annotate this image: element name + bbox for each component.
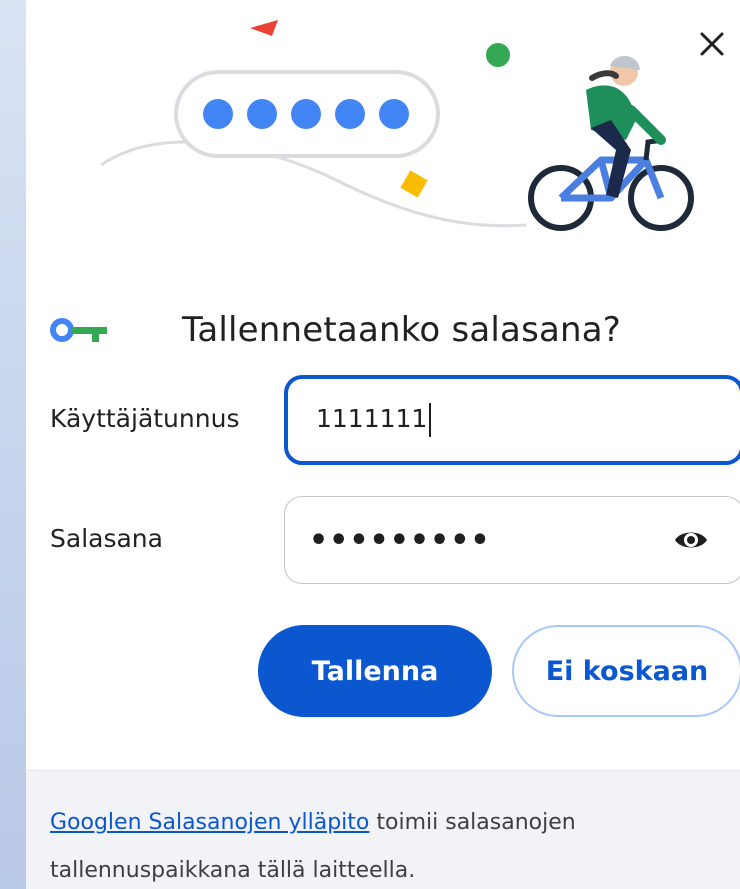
- username-label: Käyttäjätunnus: [50, 404, 240, 433]
- hero-illustration: [100, 20, 694, 231]
- save-password-dialog: Tallennetaanko salasana? Käyttäjätunnus …: [26, 0, 740, 889]
- text-caret: [429, 403, 432, 437]
- never-button[interactable]: Ei koskaan: [512, 625, 740, 717]
- key-icon: [50, 318, 107, 342]
- close-icon: [700, 32, 724, 56]
- password-field[interactable]: •••••••••: [284, 496, 740, 584]
- password-masked-value: •••••••••: [309, 522, 491, 558]
- eye-icon[interactable]: [673, 528, 709, 552]
- close-button[interactable]: [690, 22, 734, 66]
- decorative-triangle: [250, 20, 278, 36]
- password-label: Salasana: [50, 524, 163, 553]
- cyclist-illustration: [528, 55, 694, 231]
- dialog-footer: Googlen Salasanojen ylläpito toimii sala…: [26, 770, 740, 889]
- background-window-edge: [0, 0, 26, 889]
- username-field[interactable]: 1111111: [284, 375, 740, 465]
- decorative-dot: [486, 43, 510, 67]
- footer-text: Googlen Salasanojen ylläpito toimii sala…: [50, 799, 710, 889]
- dialog-title: Tallennetaanko salasana?: [182, 310, 622, 350]
- username-value: 1111111: [288, 403, 432, 437]
- password-manager-link[interactable]: Googlen Salasanojen ylläpito: [50, 810, 369, 835]
- save-button[interactable]: Tallenna: [258, 625, 492, 717]
- decorative-diamond: [400, 170, 428, 198]
- dialog-header: Tallennetaanko salasana?: [50, 300, 621, 360]
